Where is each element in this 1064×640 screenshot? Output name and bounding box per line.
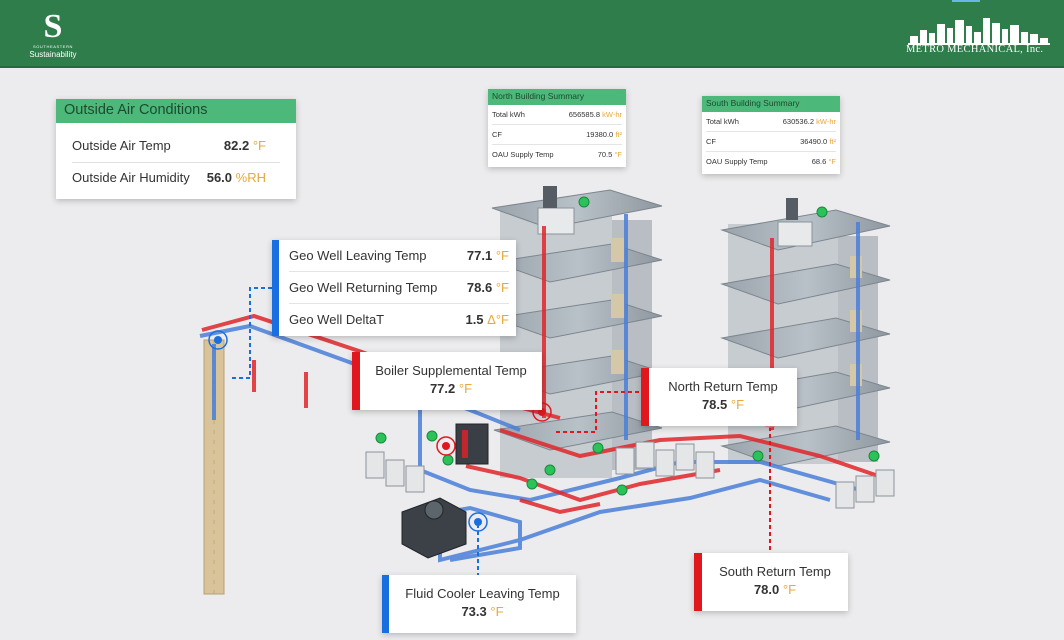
north-oau-row: OAU Supply Temp 70.5 °F [492,145,622,165]
sensor-boiler[interactable] [436,436,456,456]
south-cf-row: CF 36490.0 ft² [706,132,836,152]
boiler-temp-card: Boiler Supplemental Temp 77.2 °F [352,352,542,410]
outside-air-temp-row: Outside Air Temp 82.2 °F [72,131,280,161]
fluid-cooler-value: 73.3 °F [461,604,504,619]
row-label: Geo Well Returning Temp [289,280,438,295]
sustainability-logo[interactable]: S SOUTHEASTERN Sustainability [18,10,88,60]
south-total-kwh-row: Total kWh 630536.2 kW-hr [706,112,836,132]
north-return-value: 78.5 °F [701,397,745,412]
north-return-card: North Return Temp 78.5 °F [641,368,797,426]
logo-s-mark: S [43,8,63,45]
row-value: 656585.8 kW-hr [568,110,622,119]
south-return-card: South Return Temp 78.0 °F [694,553,848,611]
row-value: 630536.2 kW-hr [782,117,836,126]
sensor-fluid-cooler[interactable] [468,512,488,532]
geo-returning-row: Geo Well Returning Temp 78.6 °F [289,272,509,304]
top-bar: S SOUTHEASTERN Sustainability METRO MECH… [0,0,1064,68]
row-value: 68.6 °F [811,157,836,166]
heat-pump-cluster-left[interactable] [365,451,425,493]
row-label: Total kWh [492,110,525,119]
row-label: CF [492,130,502,139]
company-name: METRO MECHANICAL, Inc. [906,44,1044,55]
row-value: 70.5 °F [597,150,622,159]
row-label: Geo Well Leaving Temp [289,248,427,263]
geo-leaving-row: Geo Well Leaving Temp 77.1 °F [289,240,509,272]
south-summary-card: South Building Summary Total kWh 630536.… [702,96,840,174]
row-label: OAU Supply Temp [706,157,768,166]
north-cf-row: CF 19380.0 ft² [492,125,622,145]
fluid-cooler-label: Fluid Cooler Leaving Temp [405,586,560,601]
boiler-unit[interactable] [455,423,489,465]
north-total-kwh-row: Total kWh 656585.8 kW-hr [492,105,622,125]
row-label: Total kWh [706,117,739,126]
row-label: OAU Supply Temp [492,150,554,159]
north-summary-title: North Building Summary [488,89,626,105]
row-value: 77.1 °F [466,248,509,263]
row-label: Geo Well DeltaT [289,312,385,327]
boiler-temp-label: Boiler Supplemental Temp [375,363,527,378]
row-value: 1.5 Δ°F [465,312,509,327]
outside-air-humidity-value: 56.0 %RH [206,170,266,185]
row-value: 36490.0 ft² [800,137,836,146]
outside-air-title: Outside Air Conditions [56,99,296,123]
row-value: 19380.0 ft² [586,130,622,139]
outside-air-humidity-label: Outside Air Humidity [72,170,190,185]
row-value: 78.6 °F [466,280,509,295]
metro-mechanical-logo[interactable]: METRO MECHANICAL, Inc. [906,14,1052,58]
skyline-icon [908,18,1050,45]
geo-well-card: Geo Well Leaving Temp 77.1 °F Geo Well R… [272,240,516,336]
outside-air-card: Outside Air Conditions Outside Air Temp … [56,99,296,199]
geo-deltat-row: Geo Well DeltaT 1.5 Δ°F [289,304,509,336]
fluid-cooler-card: Fluid Cooler Leaving Temp 73.3 °F [382,575,576,633]
south-return-value: 78.0 °F [753,582,797,597]
south-oau-row: OAU Supply Temp 68.6 °F [706,152,836,172]
fluid-cooler-unit[interactable] [401,497,467,559]
heat-pump-cluster-right[interactable] [835,469,895,509]
south-return-label: South Return Temp [719,564,831,579]
boiler-temp-value: 77.2 °F [429,381,473,396]
header-accent [952,0,980,2]
south-summary-title: South Building Summary [702,96,840,112]
row-label: CF [706,137,716,146]
north-return-label: North Return Temp [668,379,778,394]
outside-air-temp-label: Outside Air Temp [72,138,171,153]
north-summary-card: North Building Summary Total kWh 656585.… [488,89,626,167]
outside-air-temp-value: 82.2 °F [223,138,266,153]
logo-name: Sustainability [29,50,77,59]
outside-air-humidity-row: Outside Air Humidity 56.0 %RH [72,163,280,193]
